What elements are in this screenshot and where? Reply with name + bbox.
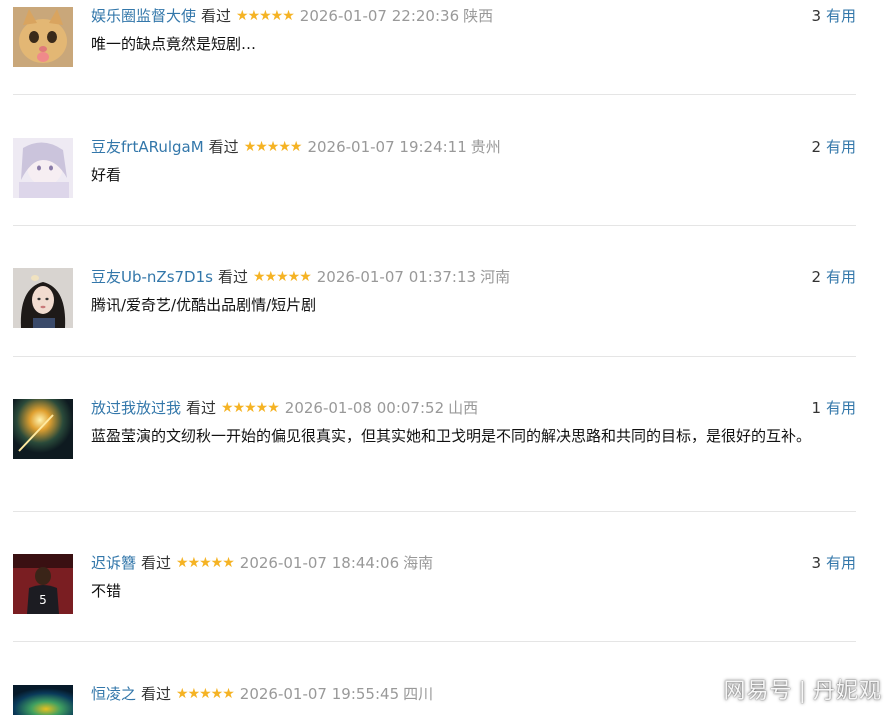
comment-location: 河南	[480, 268, 511, 286]
useful-button[interactable]: 有用	[826, 399, 856, 417]
watermark-author: 丹妮观	[812, 679, 882, 704]
comment-meta: 豆友frtARulgaM 看过 ★★★★★ 2026-01-07 19:24:11 贵州	[91, 138, 501, 156]
svg-text:5: 5	[39, 593, 47, 607]
watch-status: 看过	[217, 268, 248, 286]
useful-button[interactable]: 有用	[826, 7, 856, 25]
divider	[13, 356, 856, 357]
username-link[interactable]: 娱乐圈监督大使	[91, 7, 196, 25]
rating-stars: ★★★★★	[176, 555, 235, 571]
username-link[interactable]: 恒凌之	[91, 685, 136, 703]
watch-status: 看过	[141, 685, 172, 703]
vote-count: 2	[811, 138, 821, 156]
comment-meta: 迟诉簪 看过 ★★★★★ 2026-01-07 18:44:06 海南	[91, 554, 433, 572]
comment-location: 陕西	[463, 7, 494, 25]
comment-time: 2026-01-07 19:24:11	[307, 138, 467, 156]
comment-time: 2026-01-07 22:20:36	[299, 7, 460, 25]
rating-stars: ★★★★★	[221, 400, 280, 416]
avatar[interactable]	[13, 685, 73, 715]
username-link[interactable]: 放过我放过我	[91, 399, 181, 417]
watch-status: 看过	[141, 554, 172, 572]
comment-text: 好看	[91, 166, 122, 184]
comment-location: 贵州	[470, 138, 501, 156]
rating-stars: ★★★★★	[236, 8, 295, 24]
vote-area: 3 有用	[811, 554, 856, 572]
rating-stars: ★★★★★	[176, 686, 235, 702]
avatar[interactable]	[13, 399, 73, 459]
watermark-separator: |	[798, 679, 807, 704]
watch-status: 看过	[201, 7, 232, 25]
comment-meta: 豆友Ub-nZs7D1s 看过 ★★★★★ 2026-01-07 01:37:13 河南	[91, 268, 510, 286]
vote-count: 1	[811, 399, 821, 417]
vote-area: 1 有用	[811, 399, 856, 417]
avatar[interactable]	[13, 138, 73, 198]
username-link[interactable]: 迟诉簪	[91, 554, 136, 572]
comment-meta: 恒凌之 看过 ★★★★★ 2026-01-07 19:55:45 四川	[91, 685, 433, 703]
comment-meta: 放过我放过我 看过 ★★★★★ 2026-01-08 00:07:52 山西	[91, 399, 478, 417]
comment-time: 2026-01-07 01:37:13	[316, 268, 477, 286]
comment-location: 山西	[448, 399, 479, 417]
watch-status: 看过	[208, 138, 239, 156]
watermark: 网易号 | 丹妮观	[724, 673, 882, 705]
comment-text: 腾讯/爱奇艺/优酷出品剧情/短片剧	[91, 296, 317, 314]
rating-stars: ★★★★★	[252, 269, 312, 285]
vote-area: 2 有用	[811, 138, 856, 156]
useful-button[interactable]: 有用	[826, 554, 856, 572]
avatar[interactable]	[13, 268, 73, 328]
vote-area: 3 有用	[811, 7, 856, 25]
divider	[13, 225, 856, 226]
vote-count: 3	[811, 7, 821, 25]
vote-count: 3	[811, 554, 821, 572]
divider	[13, 511, 856, 512]
vote-count: 2	[811, 268, 821, 286]
comment-location: 四川	[403, 685, 434, 703]
username-link[interactable]: 豆友Ub-nZs7D1s	[91, 268, 213, 286]
watermark-source: 网易号	[723, 679, 793, 704]
comment-time: 2026-01-08 00:07:52	[284, 399, 445, 417]
comment-time: 2026-01-07 19:55:45	[239, 685, 400, 703]
rating-stars: ★★★★★	[243, 139, 303, 155]
useful-button[interactable]: 有用	[826, 138, 856, 156]
username-link[interactable]: 豆友frtARulgaM	[91, 138, 204, 156]
comment-time: 2026-01-07 18:44:06	[239, 554, 400, 572]
avatar[interactable]: 5	[13, 554, 73, 614]
comment-meta: 娱乐圈监督大使 看过 ★★★★★ 2026-01-07 22:20:36 陕西	[91, 7, 493, 25]
divider	[13, 641, 856, 642]
watch-status: 看过	[186, 399, 217, 417]
divider	[13, 94, 856, 95]
comment-text: 蓝盈莹演的文纫秋一开始的偏见很真实，但其实她和卫戈明是不同的解决思路和共同的目标…	[91, 427, 812, 445]
vote-area: 2 有用	[811, 268, 856, 286]
comment-location: 海南	[403, 554, 434, 572]
useful-button[interactable]: 有用	[826, 268, 856, 286]
comment-text: 唯一的缺点竟然是短剧…	[91, 35, 257, 53]
avatar[interactable]	[13, 7, 73, 67]
comment-text: 不错	[91, 582, 122, 600]
